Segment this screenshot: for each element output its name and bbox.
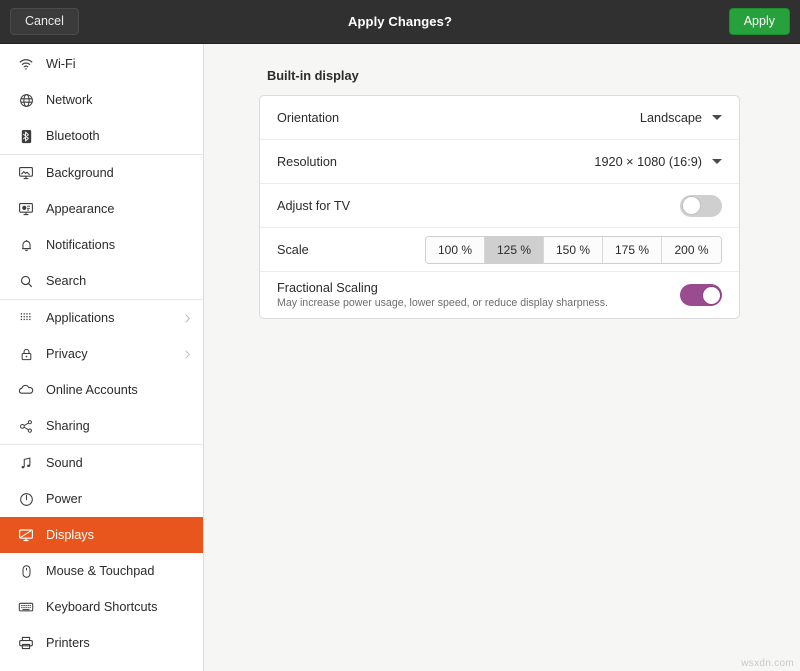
row-adjust-for-tv: Adjust for TV (260, 184, 739, 228)
sidebar-item-label: Network (46, 93, 93, 107)
wifi-icon (17, 55, 35, 73)
lock-icon (17, 345, 35, 363)
resolution-value: 1920 × 1080 (16:9) (594, 155, 702, 169)
scale-option-175[interactable]: 175 % (603, 237, 662, 263)
adjust-for-tv-toggle[interactable] (680, 195, 722, 217)
bell-icon (17, 236, 35, 254)
adjust-for-tv-label: Adjust for TV (277, 199, 350, 213)
sidebar-item-search[interactable]: Search (0, 263, 203, 299)
music-note-icon (17, 454, 35, 472)
scale-option-150[interactable]: 150 % (544, 237, 603, 263)
sidebar-item-label: Privacy (46, 347, 88, 361)
mouse-icon (17, 562, 35, 580)
settings-window: Cancel Apply Changes? Apply Wi-F (0, 0, 800, 671)
sidebar-item-mouse-touchpad[interactable]: Mouse & Touchpad (0, 553, 203, 589)
monitor-image-icon (17, 164, 35, 182)
chevron-right-icon (182, 313, 193, 324)
scale-option-200[interactable]: 200 % (662, 237, 721, 263)
scale-segmented-control[interactable]: 100 % 125 % 150 % 175 % 200 % (425, 236, 722, 264)
sidebar-item-network[interactable]: Network (0, 82, 203, 118)
grid-dots-icon (17, 309, 35, 327)
resolution-label: Resolution (277, 155, 337, 169)
sidebar-item-sharing[interactable]: Sharing (0, 408, 203, 444)
sidebar-item-label: Wi-Fi (46, 57, 76, 71)
sidebar-group-network: Wi-Fi Network (0, 46, 203, 154)
search-icon (17, 272, 35, 290)
keyboard-icon (17, 598, 35, 616)
sidebar-item-label: Search (46, 274, 86, 288)
printer-icon (17, 634, 35, 652)
sidebar-item-label: Online Accounts (46, 383, 138, 397)
row-orientation[interactable]: Orientation Landscape (260, 96, 739, 140)
sidebar-item-label: Mouse & Touchpad (46, 564, 154, 578)
display-icon (17, 526, 35, 544)
sidebar-item-appearance[interactable]: Appearance (0, 191, 203, 227)
sidebar-item-online-accounts[interactable]: Online Accounts (0, 372, 203, 408)
monitor-paint-icon (17, 200, 35, 218)
sidebar-item-background[interactable]: Background (0, 155, 203, 191)
chevron-right-icon (182, 349, 193, 360)
sidebar-item-label: Displays (46, 528, 94, 542)
row-fractional-scaling: Fractional Scaling May increase power us… (260, 272, 739, 318)
toggle-knob (702, 286, 721, 305)
sidebar-item-label: Keyboard Shortcuts (46, 600, 157, 614)
row-resolution[interactable]: Resolution 1920 × 1080 (16:9) (260, 140, 739, 184)
sidebar-item-label: Background (46, 166, 114, 180)
scale-label: Scale (277, 243, 309, 257)
sidebar-item-applications[interactable]: Applications (0, 300, 203, 336)
sidebar-group-devices: Sound Power (0, 444, 203, 661)
sidebar-group-personal: Background Appearance (0, 154, 203, 299)
window-body: Wi-Fi Network (0, 44, 800, 671)
titlebar: Cancel Apply Changes? Apply (0, 0, 800, 44)
sidebar-item-sound[interactable]: Sound (0, 445, 203, 481)
page-title: Built-in display (267, 68, 740, 83)
cancel-button[interactable]: Cancel (10, 8, 79, 36)
orientation-value: Landscape (640, 111, 702, 125)
scale-option-125[interactable]: 125 % (485, 237, 544, 263)
cloud-icon (17, 381, 35, 399)
sidebar-item-privacy[interactable]: Privacy (0, 336, 203, 372)
sidebar-item-label: Power (46, 492, 82, 506)
fractional-scaling-description: May increase power usage, lower speed, o… (277, 297, 608, 309)
sidebar-item-label: Appearance (46, 202, 114, 216)
sidebar-item-displays[interactable]: Displays (0, 517, 203, 553)
apply-button[interactable]: Apply (729, 8, 790, 36)
sidebar-item-label: Bluetooth (46, 129, 100, 143)
sidebar-item-label: Notifications (46, 238, 115, 252)
fractional-scaling-label: Fractional Scaling (277, 281, 608, 295)
sidebar-group-apps: Applications Privacy (0, 299, 203, 444)
bluetooth-icon (17, 127, 35, 145)
chevron-down-icon[interactable] (712, 159, 722, 164)
display-settings-card: Orientation Landscape Resolution 1920 × … (259, 95, 740, 319)
chevron-down-icon[interactable] (712, 115, 722, 120)
resolution-control[interactable]: 1920 × 1080 (16:9) (594, 155, 722, 169)
share-nodes-icon (17, 417, 35, 435)
sidebar-item-label: Sharing (46, 419, 90, 433)
content-panel: Built-in display Orientation Landscape R… (204, 44, 800, 671)
row-scale: Scale 100 % 125 % 150 % 175 % 200 % (260, 228, 739, 272)
power-icon (17, 490, 35, 508)
sidebar-item-keyboard-shortcuts[interactable]: Keyboard Shortcuts (0, 589, 203, 625)
toggle-knob (682, 196, 701, 215)
sidebar: Wi-Fi Network (0, 44, 204, 671)
globe-icon (17, 91, 35, 109)
sidebar-item-printers[interactable]: Printers (0, 625, 203, 661)
scale-option-100[interactable]: 100 % (426, 237, 485, 263)
sidebar-item-bluetooth[interactable]: Bluetooth (0, 118, 203, 154)
sidebar-item-power[interactable]: Power (0, 481, 203, 517)
sidebar-item-wifi[interactable]: Wi-Fi (0, 46, 203, 82)
fractional-scaling-toggle[interactable] (680, 284, 722, 306)
sidebar-item-label: Applications (46, 311, 114, 325)
orientation-control[interactable]: Landscape (640, 111, 722, 125)
sidebar-item-label: Printers (46, 636, 90, 650)
orientation-label: Orientation (277, 111, 339, 125)
sidebar-item-label: Sound (46, 456, 83, 470)
sidebar-item-notifications[interactable]: Notifications (0, 227, 203, 263)
fractional-scaling-text: Fractional Scaling May increase power us… (277, 281, 608, 309)
window-title: Apply Changes? (0, 14, 800, 29)
